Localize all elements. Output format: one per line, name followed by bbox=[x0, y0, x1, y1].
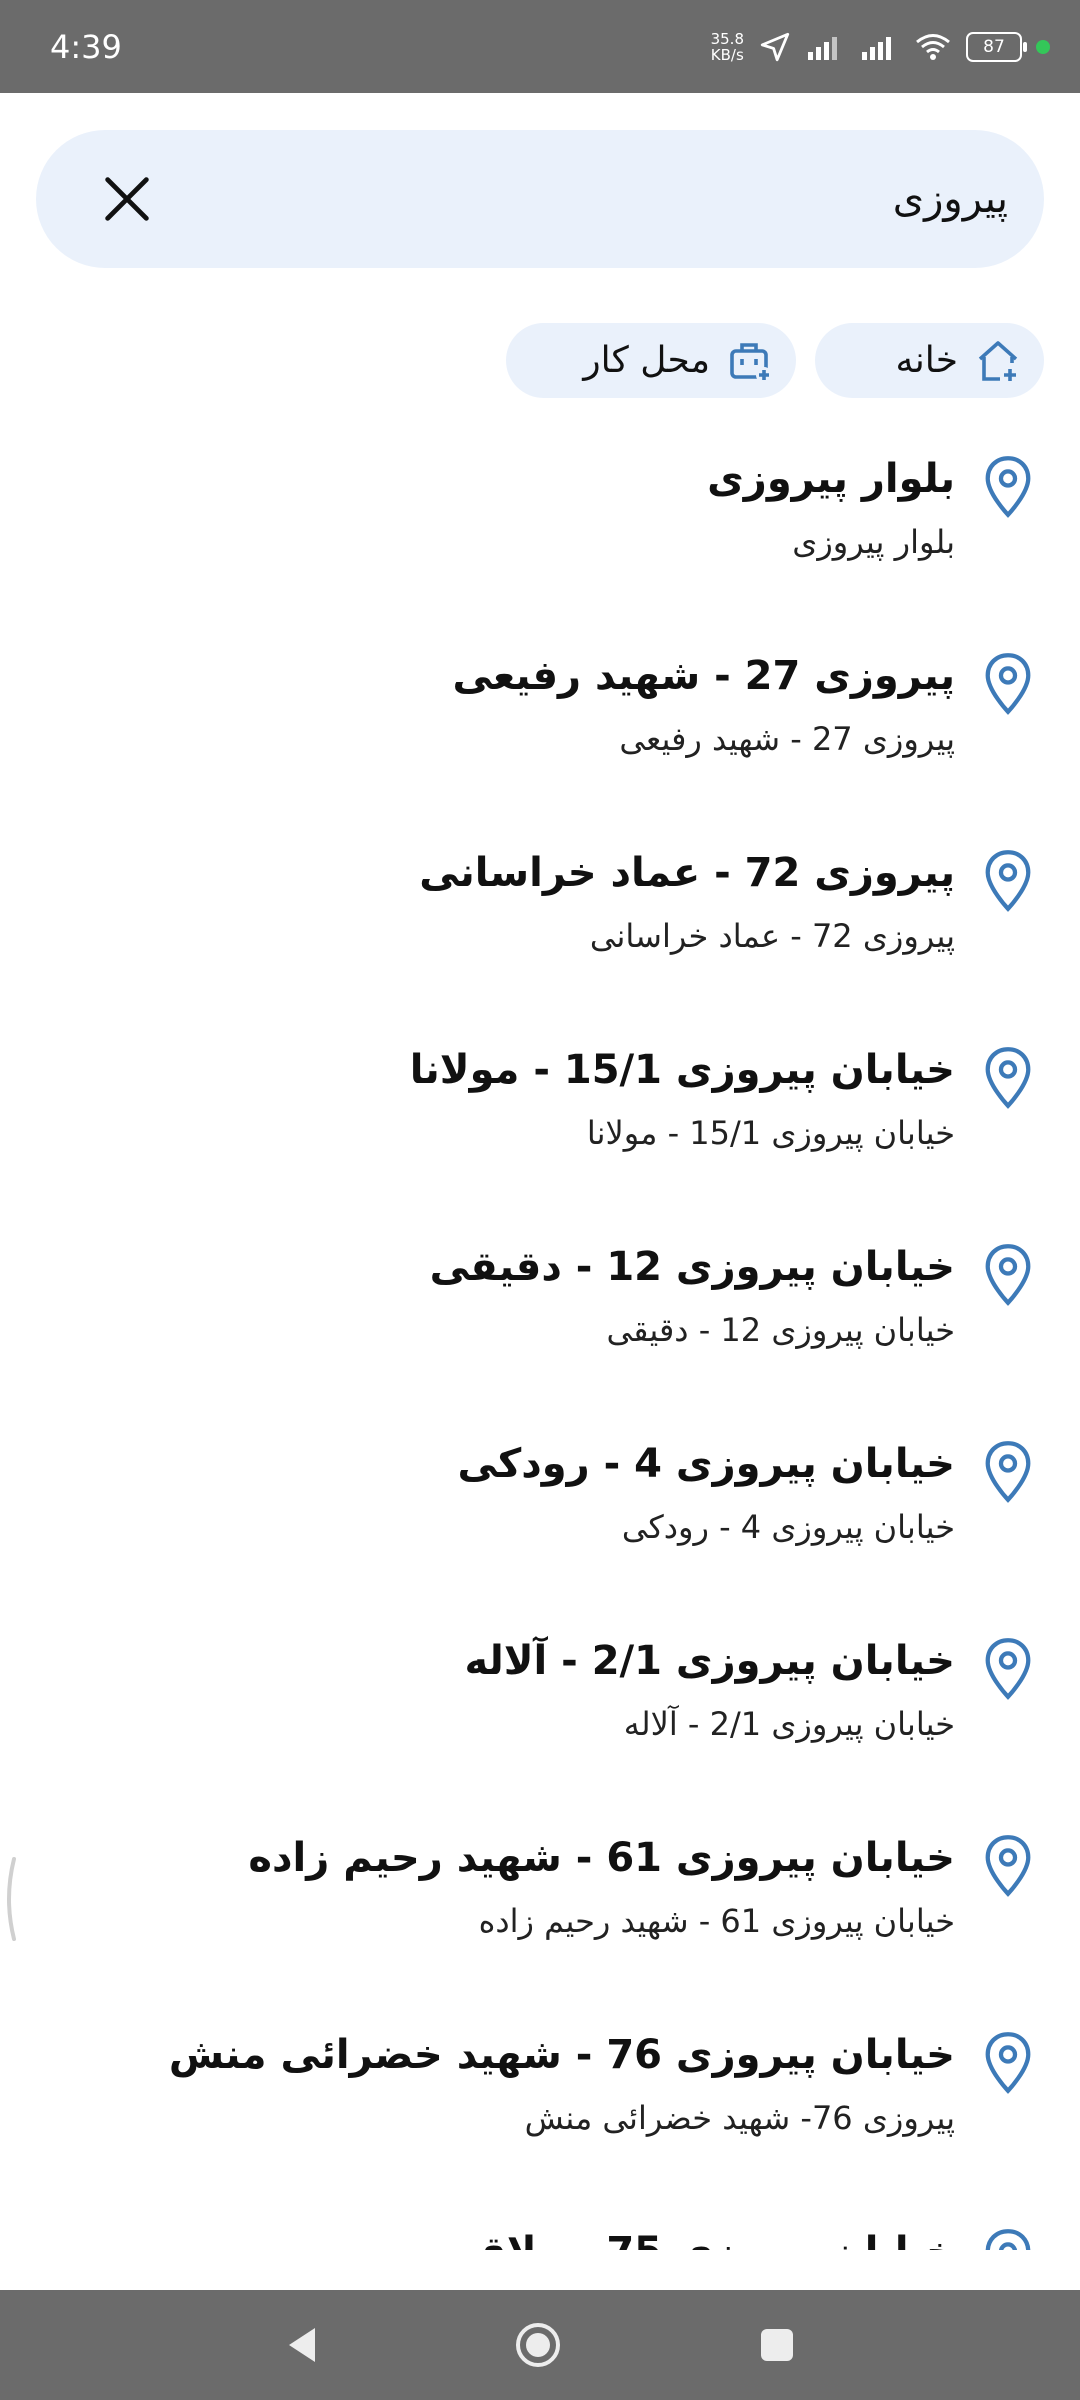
search-input[interactable]: پیروزی bbox=[893, 130, 1008, 268]
wifi-icon bbox=[916, 34, 950, 60]
back-triangle-icon[interactable] bbox=[277, 2320, 327, 2370]
location-pin-icon bbox=[985, 1047, 1031, 1109]
result-title: بلوار پیروزی bbox=[707, 456, 955, 502]
location-pin-icon bbox=[985, 1441, 1031, 1503]
result-title: پیروزی 72 - عماد خراسانی bbox=[419, 850, 955, 896]
result-subtitle: پیروزی 72 - عماد خراسانی bbox=[589, 917, 955, 955]
net-speed: 35.8 KB/s bbox=[711, 31, 744, 63]
work-shortcut-chip[interactable]: محل کار bbox=[506, 323, 796, 398]
recents-square-icon[interactable] bbox=[752, 2320, 802, 2370]
signal-icon-2 bbox=[862, 37, 891, 60]
privacy-dot bbox=[1036, 40, 1050, 54]
location-pin-icon bbox=[985, 2032, 1031, 2094]
location-pin-icon bbox=[985, 2229, 1031, 2250]
result-item[interactable]: خیابان پیروزی 12 - دقیقی خیابان پیروزی 1… bbox=[0, 1218, 1080, 1415]
result-subtitle: بلوار پیروزی bbox=[792, 523, 955, 561]
result-title: خیابان پیروزی 4 - رودکی bbox=[457, 1441, 955, 1487]
briefcase-add-icon bbox=[730, 342, 772, 383]
result-subtitle: خیابان پیروزی 2/1 - آلاله bbox=[623, 1705, 955, 1743]
location-pin-icon bbox=[985, 456, 1031, 518]
result-title: خیابان پیروزی 15/1 - مولانا bbox=[409, 1047, 955, 1093]
location-arrow-icon bbox=[760, 32, 790, 62]
result-item[interactable]: خیابان پیروزی 2/1 - آلاله خیابان پیروزی … bbox=[0, 1612, 1080, 1809]
result-title: خیابان پیروزی 76 - شهید خضرائی منش bbox=[168, 2032, 955, 2078]
close-icon[interactable] bbox=[98, 170, 156, 228]
location-pin-icon bbox=[985, 1835, 1031, 1897]
location-pin-icon bbox=[985, 850, 1031, 912]
result-title: خیابان پیروزی 75 - ملاقی bbox=[440, 2229, 955, 2250]
result-title: خیابان پیروزی 2/1 - آلاله bbox=[464, 1638, 955, 1684]
net-speed-unit: KB/s bbox=[710, 46, 744, 64]
home-chip-label: خانه bbox=[895, 340, 958, 381]
result-subtitle: خیابان پیروزی 61 - شهید رحیم زاده bbox=[478, 1902, 955, 1940]
location-pin-icon bbox=[985, 1638, 1031, 1700]
result-subtitle: پیروزی 76- شهید خضرائی منش bbox=[524, 2099, 955, 2137]
location-pin-icon bbox=[985, 653, 1031, 715]
result-subtitle: پیروزی 27 - شهید رفیعی bbox=[619, 720, 955, 758]
status-icons: 35.8 KB/s 87 bbox=[711, 22, 1050, 72]
result-item[interactable]: خیابان پیروزی 76 - شهید خضرائی منش پیروز… bbox=[0, 2006, 1080, 2203]
location-pin-icon bbox=[985, 1244, 1031, 1306]
search-bar[interactable]: پیروزی bbox=[36, 130, 1044, 268]
result-subtitle: خیابان پیروزی 4 - رودکی bbox=[621, 1508, 955, 1546]
result-item[interactable]: پیروزی 27 - شهید رفیعی پیروزی 27 - شهید … bbox=[0, 627, 1080, 824]
result-title: پیروزی 27 - شهید رفیعی bbox=[452, 653, 955, 699]
net-speed-value: 35.8 bbox=[710, 30, 744, 48]
status-bar: 4:39 35.8 KB/s 87 bbox=[0, 0, 1080, 93]
system-nav-bar bbox=[0, 2290, 1080, 2400]
results-list: بلوار پیروزی بلوار پیروزی پیروزی 27 - شه… bbox=[0, 430, 1080, 2250]
result-item[interactable]: پیروزی 72 - عماد خراسانی پیروزی 72 - عما… bbox=[0, 824, 1080, 1021]
status-time: 4:39 bbox=[50, 28, 122, 66]
work-chip-label: محل کار bbox=[583, 340, 710, 381]
result-item[interactable]: خیابان پیروزی 75 - ملاقی bbox=[0, 2203, 1080, 2250]
result-item[interactable]: خیابان پیروزی 15/1 - مولانا خیابان پیروز… bbox=[0, 1021, 1080, 1218]
home-circle-icon[interactable] bbox=[513, 2320, 563, 2370]
result-item[interactable]: خیابان پیروزی 4 - رودکی خیابان پیروزی 4 … bbox=[0, 1415, 1080, 1612]
home-shortcut-chip[interactable]: خانه bbox=[815, 323, 1044, 398]
result-title: خیابان پیروزی 12 - دقیقی bbox=[429, 1244, 955, 1290]
signal-icon bbox=[808, 37, 837, 60]
result-title: خیابان پیروزی 61 - شهید رحیم زاده bbox=[248, 1835, 955, 1881]
home-add-icon bbox=[978, 340, 1018, 381]
result-item[interactable]: بلوار پیروزی بلوار پیروزی bbox=[0, 430, 1080, 627]
battery-indicator: 87 bbox=[966, 32, 1027, 62]
result-subtitle: خیابان پیروزی 12 - دقیقی bbox=[606, 1311, 955, 1349]
result-item[interactable]: خیابان پیروزی 61 - شهید رحیم زاده خیابان… bbox=[0, 1809, 1080, 2006]
edge-panel-handle[interactable] bbox=[0, 1855, 22, 1943]
result-subtitle: خیابان پیروزی 15/1 - مولانا bbox=[586, 1114, 955, 1152]
